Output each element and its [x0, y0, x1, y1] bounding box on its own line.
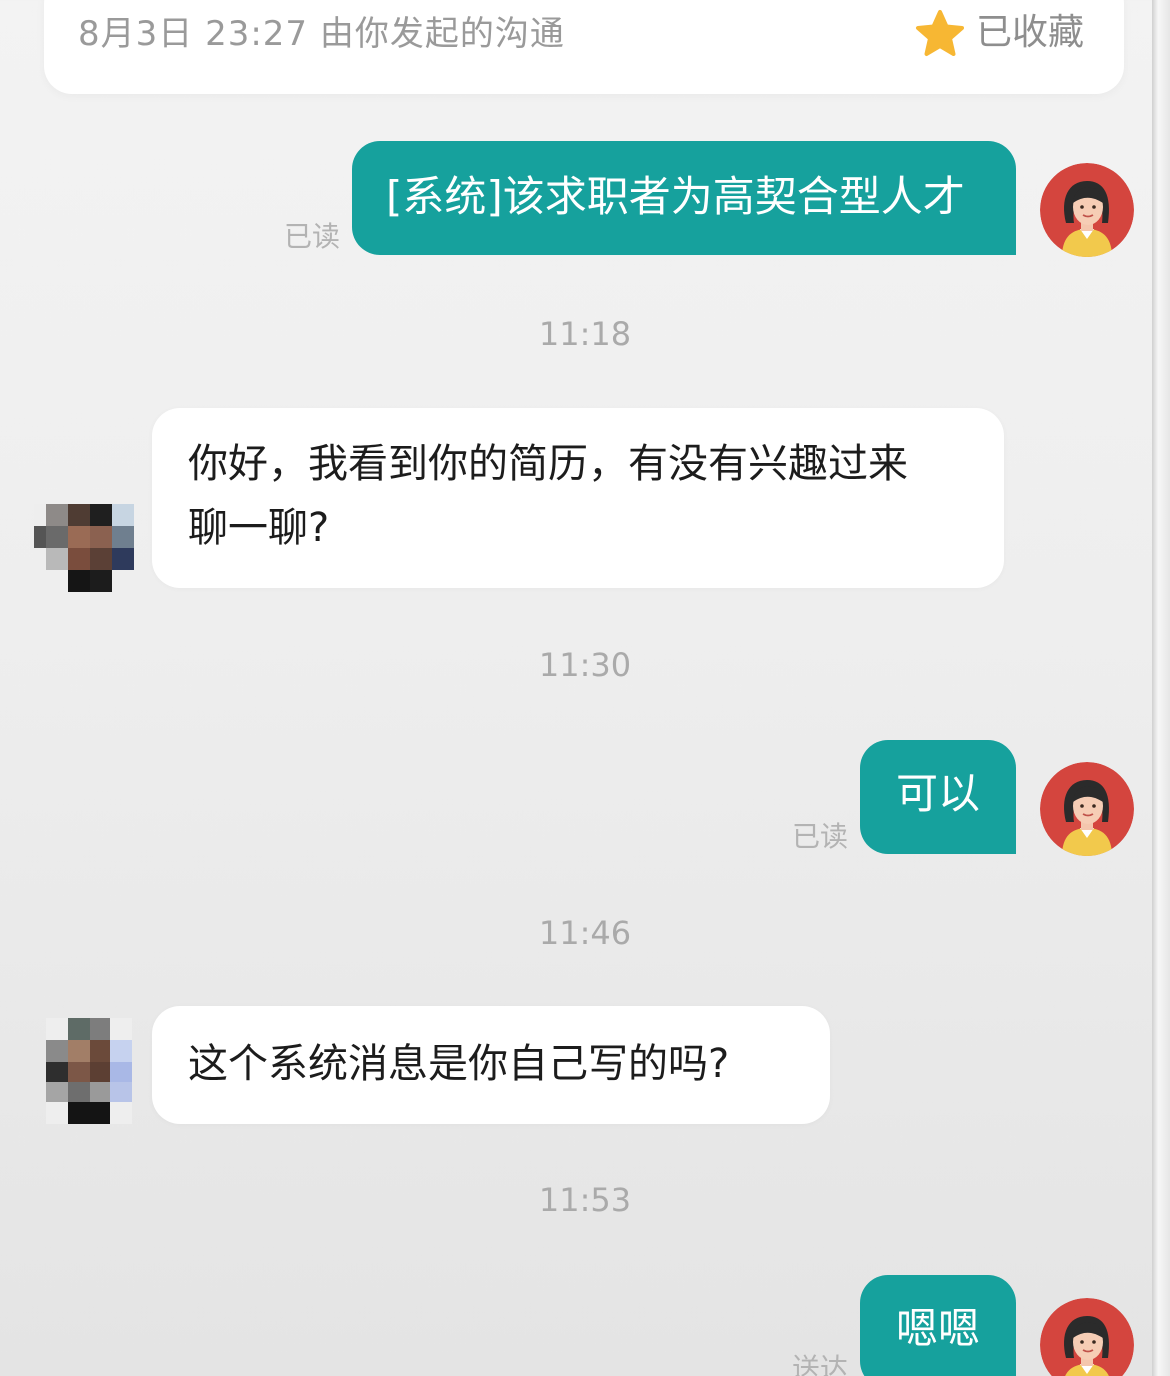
favorited-label[interactable]: 已收藏 [976, 8, 1084, 58]
user-avatar-icon [1040, 1298, 1134, 1376]
conversation-info: 8月3日 23:27 由你发起的沟通 [78, 14, 565, 54]
message-timestamp: 11:18 [538, 315, 632, 353]
contact-avatar[interactable] [34, 504, 134, 604]
pixelated-avatar-icon [46, 1018, 132, 1124]
user-avatar-icon [1040, 762, 1134, 856]
message-text-line: 聊一聊? [188, 505, 330, 551]
self-avatar[interactable] [1040, 1298, 1134, 1376]
delivery-status: 送达 [792, 1352, 849, 1376]
incoming-message-bubble[interactable]: 你好，我看到你的简历，有没有兴趣过来 聊一聊? [152, 408, 1004, 588]
message-timestamp: 11:46 [538, 914, 632, 952]
scroll-edge [1152, 0, 1170, 1376]
incoming-message-bubble[interactable]: 这个系统消息是你自己写的吗? [152, 1006, 830, 1124]
outgoing-message-bubble[interactable]: 嗯嗯 [860, 1275, 1016, 1376]
message-timestamp: 11:53 [538, 1181, 632, 1219]
outgoing-message-bubble[interactable]: 可以 [860, 740, 1016, 854]
read-status: 已读 [284, 220, 341, 253]
message-text-line: 你好，我看到你的简历，有没有兴趣过来 [188, 441, 908, 487]
star-icon[interactable] [914, 8, 966, 60]
outgoing-message-bubble[interactable]: [系统]该求职者为高契合型人才 [352, 141, 1016, 255]
pixelated-avatar-icon [34, 504, 134, 594]
user-avatar-icon [1040, 163, 1134, 257]
message-timestamp: 11:30 [538, 646, 632, 684]
self-avatar[interactable] [1040, 163, 1134, 257]
read-status: 已读 [792, 820, 849, 853]
self-avatar[interactable] [1040, 762, 1134, 856]
contact-avatar[interactable] [46, 1018, 146, 1124]
